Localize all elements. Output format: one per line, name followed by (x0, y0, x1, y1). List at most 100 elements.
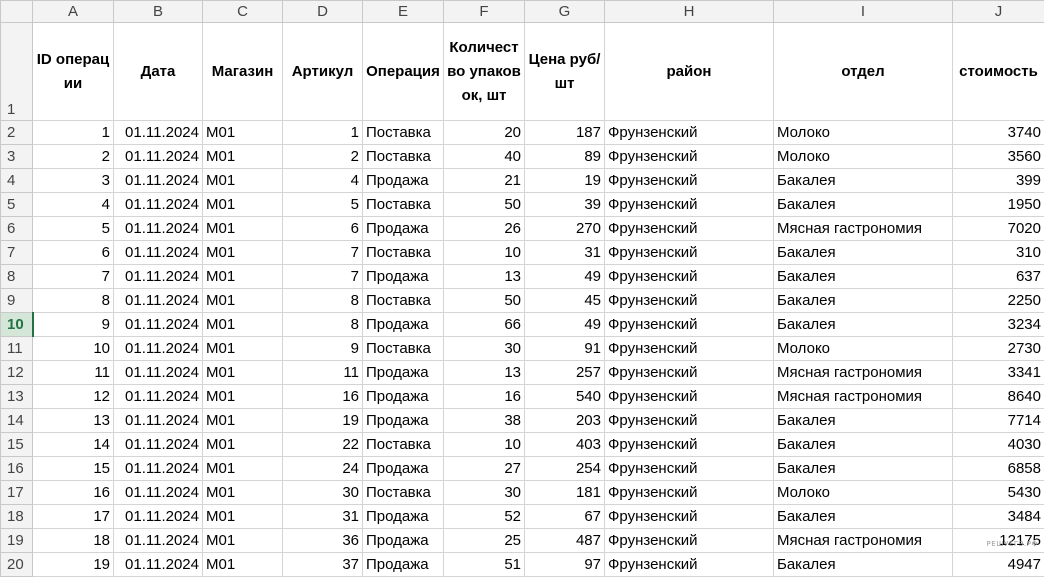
row-header[interactable]: 16 (1, 457, 33, 481)
cell-district[interactable]: Фрунзенский (605, 385, 774, 409)
row-header[interactable]: 5 (1, 193, 33, 217)
cell-quantity[interactable]: 30 (444, 337, 525, 361)
cell-operation[interactable]: Продажа (363, 265, 444, 289)
cell-quantity[interactable]: 25 (444, 529, 525, 553)
cell-operation[interactable]: Поставка (363, 481, 444, 505)
column-header-g[interactable]: G (525, 1, 605, 23)
cell-cost[interactable]: 2730 (953, 337, 1044, 361)
cell-id[interactable]: 2 (33, 145, 114, 169)
header-cell-cost[interactable]: стоимость (953, 23, 1044, 121)
cell-department[interactable]: Мясная гастрономия (774, 361, 953, 385)
cell-department[interactable]: Бакалея (774, 289, 953, 313)
cell-department[interactable]: Мясная гастрономия (774, 385, 953, 409)
cell-date[interactable]: 01.11.2024 (114, 481, 203, 505)
cell-cost[interactable]: 4947 (953, 553, 1044, 577)
header-cell-id[interactable]: ID операции (33, 23, 114, 121)
cell-cost[interactable]: 7020 (953, 217, 1044, 241)
cell-id[interactable]: 14 (33, 433, 114, 457)
cell-article[interactable]: 8 (283, 289, 363, 313)
cell-price[interactable]: 254 (525, 457, 605, 481)
cell-date[interactable]: 01.11.2024 (114, 553, 203, 577)
cell-shop[interactable]: M01 (203, 169, 283, 193)
row-header[interactable]: 15 (1, 433, 33, 457)
cell-district[interactable]: Фрунзенский (605, 361, 774, 385)
row-header[interactable]: 2 (1, 121, 33, 145)
cell-district[interactable]: Фрунзенский (605, 529, 774, 553)
cell-date[interactable]: 01.11.2024 (114, 361, 203, 385)
header-cell-article[interactable]: Артикул (283, 23, 363, 121)
row-header[interactable]: 17 (1, 481, 33, 505)
cell-price[interactable]: 67 (525, 505, 605, 529)
column-header-j[interactable]: J (953, 1, 1044, 23)
cell-shop[interactable]: M01 (203, 313, 283, 337)
cell-district[interactable]: Фрунзенский (605, 505, 774, 529)
row-header[interactable]: 7 (1, 241, 33, 265)
cell-shop[interactable]: M01 (203, 433, 283, 457)
cell-quantity[interactable]: 50 (444, 193, 525, 217)
cell-district[interactable]: Фрунзенский (605, 313, 774, 337)
cell-date[interactable]: 01.11.2024 (114, 241, 203, 265)
cell-quantity[interactable]: 10 (444, 433, 525, 457)
cell-cost[interactable]: 310 (953, 241, 1044, 265)
cell-operation[interactable]: Поставка (363, 433, 444, 457)
cell-department[interactable]: Молоко (774, 481, 953, 505)
cell-shop[interactable]: M01 (203, 265, 283, 289)
row-header[interactable]: 19 (1, 529, 33, 553)
cell-shop[interactable]: M01 (203, 193, 283, 217)
cell-department[interactable]: Мясная гастрономия (774, 217, 953, 241)
cell-price[interactable]: 97 (525, 553, 605, 577)
cell-cost[interactable]: 8640 (953, 385, 1044, 409)
cell-operation[interactable]: Продажа (363, 409, 444, 433)
cell-district[interactable]: Фрунзенский (605, 337, 774, 361)
cell-id[interactable]: 15 (33, 457, 114, 481)
cell-article[interactable]: 8 (283, 313, 363, 337)
cell-article[interactable]: 36 (283, 529, 363, 553)
cell-district[interactable]: Фрунзенский (605, 121, 774, 145)
cell-district[interactable]: Фрунзенский (605, 193, 774, 217)
cell-district[interactable]: Фрунзенский (605, 217, 774, 241)
cell-district[interactable]: Фрунзенский (605, 409, 774, 433)
cell-price[interactable]: 49 (525, 265, 605, 289)
cell-operation[interactable]: Продажа (363, 385, 444, 409)
cell-shop[interactable]: M01 (203, 529, 283, 553)
row-header[interactable]: 13 (1, 385, 33, 409)
cell-cost[interactable]: 399 (953, 169, 1044, 193)
cell-shop[interactable]: M01 (203, 553, 283, 577)
cell-shop[interactable]: M01 (203, 481, 283, 505)
cell-id[interactable]: 11 (33, 361, 114, 385)
cell-department[interactable]: Бакалея (774, 313, 953, 337)
cell-quantity[interactable]: 16 (444, 385, 525, 409)
cell-operation[interactable]: Продажа (363, 169, 444, 193)
cell-date[interactable]: 01.11.2024 (114, 409, 203, 433)
column-header-a[interactable]: A (33, 1, 114, 23)
cell-district[interactable]: Фрунзенский (605, 481, 774, 505)
row-header[interactable]: 9 (1, 289, 33, 313)
cell-quantity[interactable]: 13 (444, 265, 525, 289)
cell-department[interactable]: Бакалея (774, 505, 953, 529)
cell-shop[interactable]: M01 (203, 457, 283, 481)
cell-price[interactable]: 487 (525, 529, 605, 553)
row-header[interactable]: 14 (1, 409, 33, 433)
cell-id[interactable]: 6 (33, 241, 114, 265)
cell-department[interactable]: Бакалея (774, 409, 953, 433)
cell-article[interactable]: 2 (283, 145, 363, 169)
cell-article[interactable]: 9 (283, 337, 363, 361)
cell-cost[interactable]: 3484 (953, 505, 1044, 529)
cell-id[interactable]: 13 (33, 409, 114, 433)
cell-article[interactable]: 4 (283, 169, 363, 193)
cell-id[interactable]: 16 (33, 481, 114, 505)
cell-operation[interactable]: Поставка (363, 241, 444, 265)
cell-shop[interactable]: M01 (203, 385, 283, 409)
cell-article[interactable]: 24 (283, 457, 363, 481)
cell-date[interactable]: 01.11.2024 (114, 169, 203, 193)
cell-district[interactable]: Фрунзенский (605, 289, 774, 313)
row-header[interactable]: 12 (1, 361, 33, 385)
cell-price[interactable]: 540 (525, 385, 605, 409)
column-header-i[interactable]: I (774, 1, 953, 23)
cell-cost[interactable]: 4030 (953, 433, 1044, 457)
cell-price[interactable]: 91 (525, 337, 605, 361)
cell-id[interactable]: 9 (33, 313, 114, 337)
cell-district[interactable]: Фрунзенский (605, 265, 774, 289)
cell-department[interactable]: Бакалея (774, 433, 953, 457)
cell-price[interactable]: 89 (525, 145, 605, 169)
